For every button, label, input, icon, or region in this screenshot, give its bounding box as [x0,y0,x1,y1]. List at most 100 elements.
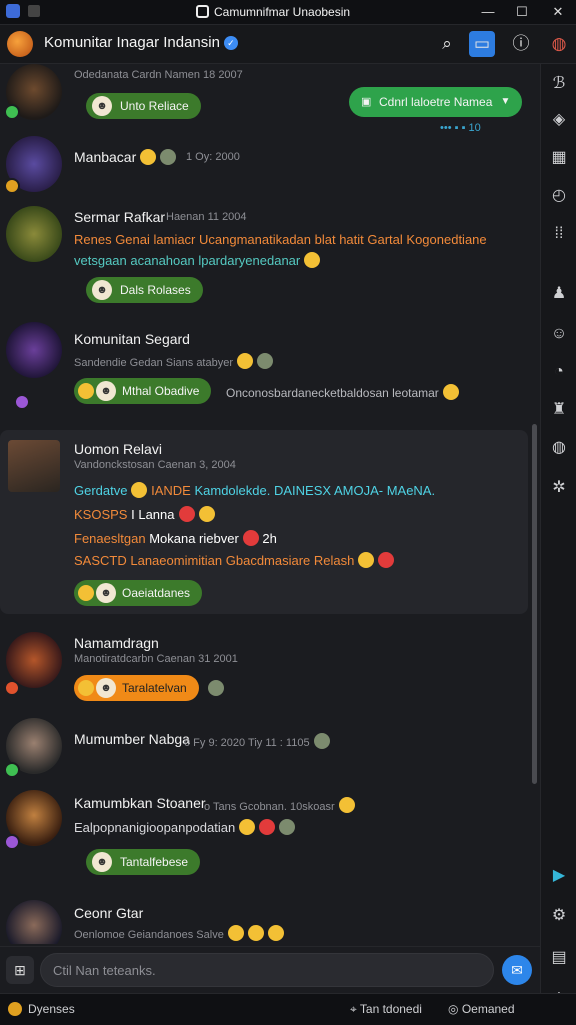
settings-icon[interactable]: ⚙ [549,906,569,926]
link-icon[interactable]: ℬ [549,74,569,94]
avatar[interactable] [8,440,60,492]
reaction-pill[interactable]: ☻ Dals Rolases [86,277,203,303]
list-item[interactable]: Uomon Relavi Vandonckstosan Caenan 3, 20… [0,430,528,614]
message-meta: Odedanata Cardn Namen 18 2007 [74,69,243,81]
reaction-pill[interactable]: ☻ Oaeiatdanes [74,580,203,606]
username: Namamdragn [74,635,159,651]
status-badge [14,394,30,410]
status-right-2[interactable]: ◎ Oemaned [448,1002,515,1016]
qr-icon[interactable]: ▦ [549,148,569,168]
reaction-pill[interactable]: ☻ Taralatelvan [74,675,199,701]
username: Uomon Relavi [74,441,162,457]
users-icon[interactable]: ♟ [549,284,569,304]
reaction-label: Tantalfebese [120,855,189,869]
clock-icon[interactable]: ◴ [549,186,569,206]
smile-icon[interactable]: ☺ [549,324,569,344]
reaction-icon: ☻ [96,678,116,698]
status-left[interactable]: Dyenses [8,1002,75,1016]
message-meta: 1 Oy: 2000 [186,151,240,163]
list-item[interactable]: Odedanata Cardn Namen 18 2007 ☻ Unto Reli… [0,64,528,128]
emoji-icon [178,506,195,522]
app-header: Komunitar Inagar Indansin ✓ ⌕ ▭ ⓘ ◍ [0,25,576,64]
verified-icon: ✓ [223,36,238,50]
status-badge [4,680,20,696]
avatar[interactable] [6,900,62,944]
reaction-pill[interactable]: ☻ Mthal Obadive [74,378,212,404]
status-bar: Dyenses ⌖ Tan tdonedi ◎ Oemaned [0,993,576,1025]
list-item[interactable]: Sermar Rafkar Haenan 11 2004 Renes Genai… [0,200,528,306]
emoji-icon [208,680,224,696]
maximize-icon[interactable]: ☐ [512,2,532,22]
emoji-icon [313,733,330,749]
send-button[interactable]: ✉ [502,955,532,985]
os-title-bar: Camumnifmar Unaobesin — ☐ ✕ [0,0,576,25]
list-item[interactable]: Kamumbkan Stoaner o Tans Gcobnan. 10skoa… [0,786,528,892]
emoji-icon [239,819,256,835]
emoji-icon [160,149,177,165]
emoji-icon [227,925,244,941]
message-text: SASCTD Lanaeomimitian Gbacdmasiare Relas… [74,552,395,568]
reaction-pill[interactable]: ☻ Tantalfebese [86,849,201,875]
right-rail: ℬ ◈ ▦ ◴ ⁞⁞ ♟ ☺ ◔ ♜ ◍ ✲ ▶ ⚙ ▤ ⏻ [540,64,576,1008]
emoji-icon [78,585,94,601]
emoji-icon [78,680,94,696]
play-icon[interactable]: ▶ [549,866,569,886]
search-icon[interactable]: ⌕ [434,31,460,57]
pin-icon[interactable] [28,5,40,17]
status-badge [4,834,20,850]
avatar[interactable] [6,206,62,262]
message-text: Renes Genai lamiacr Ucangmanatikadan bla… [74,232,487,247]
emoji-icon [237,353,254,369]
minimize-icon[interactable]: — [478,2,498,22]
close-icon[interactable]: ✕ [548,2,568,22]
reaction-label: Oaeiatdanes [122,586,191,600]
emoji-icon [259,819,276,835]
message-text: Gerdatve IANDE Kamdolekde. DAINESX AMOJA… [74,482,436,498]
username: Mumumber Nabga [74,731,190,747]
attach-icon[interactable]: ⊞ [6,956,34,984]
emoji-icon [304,252,321,268]
user-icon [8,1002,22,1016]
grid-icon[interactable]: ⁞⁞ [549,224,569,244]
reaction-pill[interactable]: ☻ Unto Reliace [86,93,201,119]
avatar[interactable] [6,322,62,378]
composer: ⊞ Ctil Nan teteanks. ✉ [0,946,540,993]
list-item[interactable]: Mumumber Nabga 0 Fy 9: 2020 Tiy 11 : 110… [0,714,528,780]
emoji-icon [279,819,296,835]
reaction-label: Dals Rolases [120,283,191,297]
list-item[interactable]: Manbacar 1 Oy: 2000 [0,130,528,196]
info-icon[interactable]: ⓘ [508,31,534,57]
message-text: KSOSPS I Lanna [74,506,215,522]
username: Kamumbkan Stoaner [74,795,206,811]
list-item[interactable]: Ceonr Gtar Oenlomoe Geiandanoes Salve [0,896,528,944]
tag-icon[interactable]: ◈ [549,110,569,130]
globe-icon[interactable]: ◍ [546,31,572,57]
list-item[interactable]: Komunitan Segard Sandendie Gedan Sians a… [0,318,528,414]
community-logo[interactable] [7,31,33,57]
reaction-icon: ☻ [96,583,116,603]
emoji-icon [267,925,284,941]
reaction-icon: ☻ [92,280,112,300]
bell-icon[interactable]: ♜ [549,400,569,420]
chat-icon[interactable]: ◔ [549,362,569,382]
shield-icon[interactable]: ◍ [549,438,569,458]
message-meta: o Tans Gcobnan. 10skoasr [204,797,355,813]
list-icon[interactable]: ▤ [549,948,569,968]
emoji-icon [140,149,157,165]
message-input[interactable]: Ctil Nan teteanks. [40,953,494,987]
emoji-icon [378,552,395,568]
status-right-1[interactable]: ⌖ Tan tdonedi [350,1002,422,1017]
scrollbar-thumb[interactable] [532,424,537,784]
username: Ceonr Gtar [74,905,144,921]
gear-icon[interactable]: ✲ [549,478,569,498]
username: Sermar Rafkar [74,209,166,225]
message-text: vetsgaan acanahoan lpardaryenedanar [74,252,321,268]
card-icon[interactable]: ▭ [469,31,495,57]
message-input-placeholder: Ctil Nan teteanks. [53,963,156,978]
message-meta: Manotiratdcarbn Caenan 31 2001 [74,653,238,665]
status-badge [4,762,20,778]
community-title: Komunitar Inagar Indansin ✓ [44,34,238,51]
window-title: Camumnifmar Unaobesin [196,3,350,21]
list-item[interactable]: Namamdragn Manotiratdcarbn Caenan 31 200… [0,628,528,701]
globe-icon: ◎ [448,1002,459,1016]
